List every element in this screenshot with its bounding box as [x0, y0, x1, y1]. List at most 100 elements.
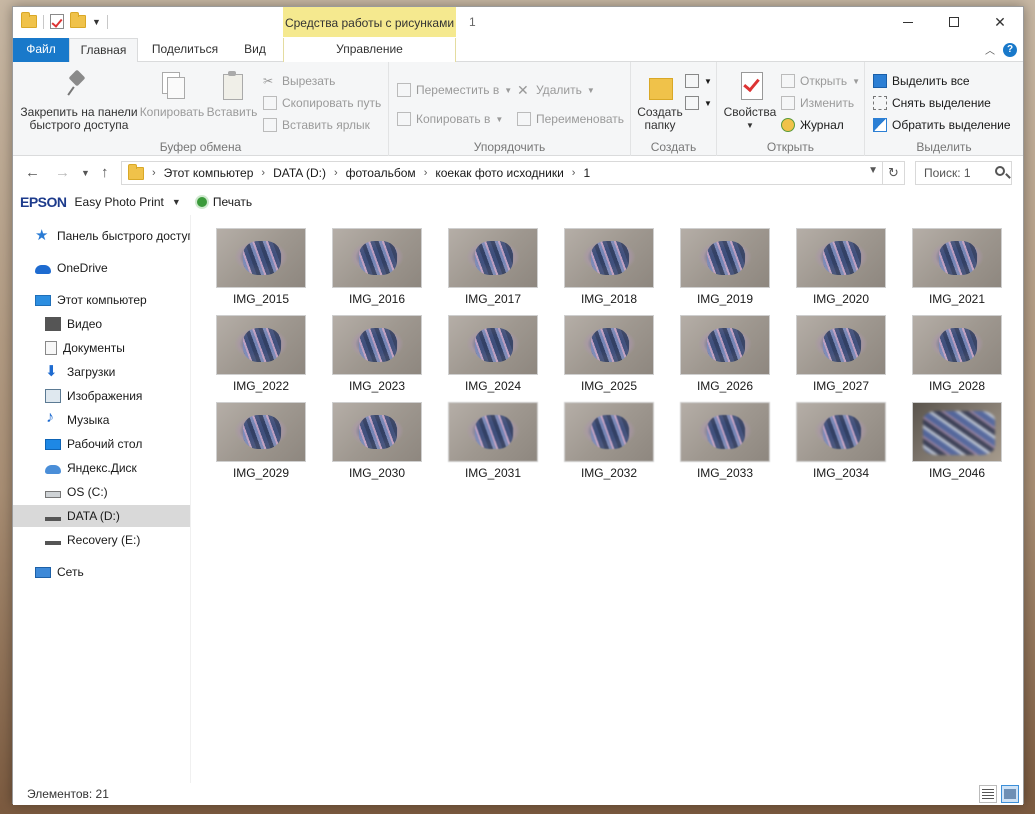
minimize-button[interactable] [885, 7, 931, 37]
new-folder-button[interactable]: Создать папку [633, 68, 687, 132]
delete-button[interactable]: ✕ Удалить ▼ [517, 80, 595, 100]
new-folder-icon[interactable] [70, 12, 86, 28]
customize-toolbar-icon[interactable]: ▼ [92, 17, 101, 27]
print-button[interactable]: Печать [213, 195, 252, 209]
sidebar-item-quick-access[interactable]: Панель быстрого доступа [13, 225, 190, 247]
tab-file[interactable]: Файл [13, 38, 69, 62]
move-to-button[interactable]: Переместить в ▼ [397, 80, 512, 100]
file-item[interactable]: IMG_2025 [563, 315, 655, 401]
file-item[interactable]: IMG_2019 [679, 228, 771, 314]
paste-shortcut-button[interactable]: Вставить ярлык [263, 115, 370, 135]
rename-button[interactable]: Переименовать [517, 109, 624, 129]
details-view-button[interactable] [979, 785, 997, 803]
breadcrumb-item[interactable]: коекак фото исходники [435, 166, 563, 180]
sidebar-item-downloads[interactable]: Загрузки [13, 361, 190, 383]
file-item[interactable]: IMG_2031 [447, 402, 539, 488]
file-item[interactable]: IMG_2021 [911, 228, 1003, 314]
easy-photo-print-button[interactable]: Easy Photo Print [75, 195, 164, 209]
copy-icon [157, 70, 187, 100]
sidebar-item-drive-e[interactable]: Recovery (E:) [13, 529, 190, 551]
select-group: Выделить все Снять выделение Обратить вы… [865, 62, 1023, 156]
maximize-button[interactable] [931, 7, 977, 37]
sidebar-item-documents[interactable]: Документы [13, 337, 190, 359]
forward-arrow-icon[interactable]: → [55, 164, 70, 181]
file-item[interactable]: IMG_2033 [679, 402, 771, 488]
history-button[interactable]: Журнал [781, 115, 844, 135]
large-icons-view-button[interactable] [1001, 785, 1019, 803]
file-item[interactable]: IMG_2030 [331, 402, 423, 488]
sidebar-item-drive-c[interactable]: OS (C:) [13, 481, 190, 503]
paste-button[interactable]: Вставить [205, 68, 259, 119]
image-thumbnail [912, 315, 1002, 375]
breadcrumb-separator-icon[interactable]: › [424, 167, 428, 179]
sidebar-item-pictures[interactable]: Изображения [13, 385, 190, 407]
invert-selection-button[interactable]: Обратить выделение [873, 115, 1011, 135]
collapse-ribbon-icon[interactable]: ︿ [985, 42, 995, 57]
breadcrumb-separator-icon[interactable]: › [152, 167, 156, 179]
file-item[interactable]: IMG_2027 [795, 315, 887, 401]
sidebar-item-desktop[interactable]: Рабочий стол [13, 433, 190, 455]
drive-icon [45, 541, 61, 545]
file-item[interactable]: IMG_2018 [563, 228, 655, 314]
properties-icon[interactable] [50, 14, 64, 29]
copy-label: Копировать [139, 105, 205, 119]
back-arrow-icon[interactable]: ← [25, 164, 40, 181]
tab-home[interactable]: Главная [69, 38, 138, 63]
tab-share[interactable]: Поделиться [143, 38, 227, 62]
open-button[interactable]: Открыть ▼ [781, 71, 860, 91]
file-item[interactable]: IMG_2015 [215, 228, 307, 314]
refresh-button[interactable]: ↻ [883, 161, 905, 185]
select-none-button[interactable]: Снять выделение [873, 93, 991, 113]
sidebar-item-music[interactable]: Музыка [13, 409, 190, 431]
edit-button[interactable]: Изменить [781, 93, 854, 113]
file-item[interactable]: IMG_2022 [215, 315, 307, 401]
file-item[interactable]: IMG_2046 [911, 402, 1003, 488]
file-item[interactable]: IMG_2020 [795, 228, 887, 314]
file-item[interactable]: IMG_2016 [331, 228, 423, 314]
file-item[interactable]: IMG_2029 [215, 402, 307, 488]
sidebar-item-onedrive[interactable]: OneDrive [13, 257, 190, 279]
pin-quick-access-button[interactable]: Закрепить на панели быстрого доступа [17, 68, 141, 132]
file-item[interactable]: IMG_2034 [795, 402, 887, 488]
refresh-icon: ↻ [888, 165, 899, 180]
tab-manage[interactable]: Управление [283, 38, 456, 62]
breadcrumb-separator-icon[interactable]: › [334, 167, 338, 179]
copy-path-button[interactable]: Скопировать путь [263, 93, 381, 113]
file-item[interactable]: IMG_2023 [331, 315, 423, 401]
file-item[interactable]: IMG_2028 [911, 315, 1003, 401]
breadcrumb-separator-icon[interactable]: › [572, 167, 576, 179]
folder-icon [128, 163, 144, 180]
file-item[interactable]: IMG_2024 [447, 315, 539, 401]
breadcrumb-item[interactable]: 1 [583, 166, 590, 180]
up-arrow-icon[interactable]: ↑ [101, 164, 109, 181]
breadcrumb-item[interactable]: фотоальбом [346, 166, 416, 180]
address-bar[interactable]: › Этот компьютер › DATA (D:) › фотоальбо… [121, 161, 883, 185]
recent-locations-icon[interactable]: ▼ [81, 168, 90, 178]
sidebar-item-videos[interactable]: Видео [13, 313, 190, 335]
file-item[interactable]: IMG_2026 [679, 315, 771, 401]
copy-to-button[interactable]: Копировать в ▼ [397, 109, 503, 129]
easy-access-button[interactable]: ▼ [685, 93, 712, 113]
select-none-label: Снять выделение [892, 96, 991, 110]
navigation-pane: Панель быстрого доступа OneDrive Этот ко… [13, 215, 191, 783]
breadcrumb-separator-icon[interactable]: › [261, 167, 265, 179]
cut-button[interactable]: ✂ Вырезать [263, 71, 335, 91]
sidebar-item-yandex-disk[interactable]: Яндекс.Диск [13, 457, 190, 479]
chevron-down-icon[interactable]: ▼ [868, 165, 878, 176]
close-button[interactable]: ✕ [977, 7, 1023, 37]
tab-view[interactable]: Вид [233, 38, 277, 62]
file-item[interactable]: IMG_2032 [563, 402, 655, 488]
sidebar-item-this-pc[interactable]: Этот компьютер [13, 289, 190, 311]
sidebar-item-network[interactable]: Сеть [13, 561, 190, 583]
search-input[interactable]: Поиск: 1 [915, 161, 1012, 185]
chevron-down-icon[interactable]: ▼ [172, 197, 181, 207]
select-all-button[interactable]: Выделить все [873, 71, 970, 91]
help-icon[interactable]: ? [1003, 42, 1017, 57]
properties-button[interactable]: Свойства ▼ [723, 68, 777, 132]
new-item-button[interactable]: ▼ [685, 71, 712, 91]
breadcrumb-item[interactable]: DATA (D:) [273, 166, 326, 180]
copy-button[interactable]: Копировать [139, 68, 205, 119]
sidebar-item-drive-d[interactable]: DATA (D:) [13, 505, 190, 527]
breadcrumb-item[interactable]: Этот компьютер [164, 166, 254, 180]
file-item[interactable]: IMG_2017 [447, 228, 539, 314]
